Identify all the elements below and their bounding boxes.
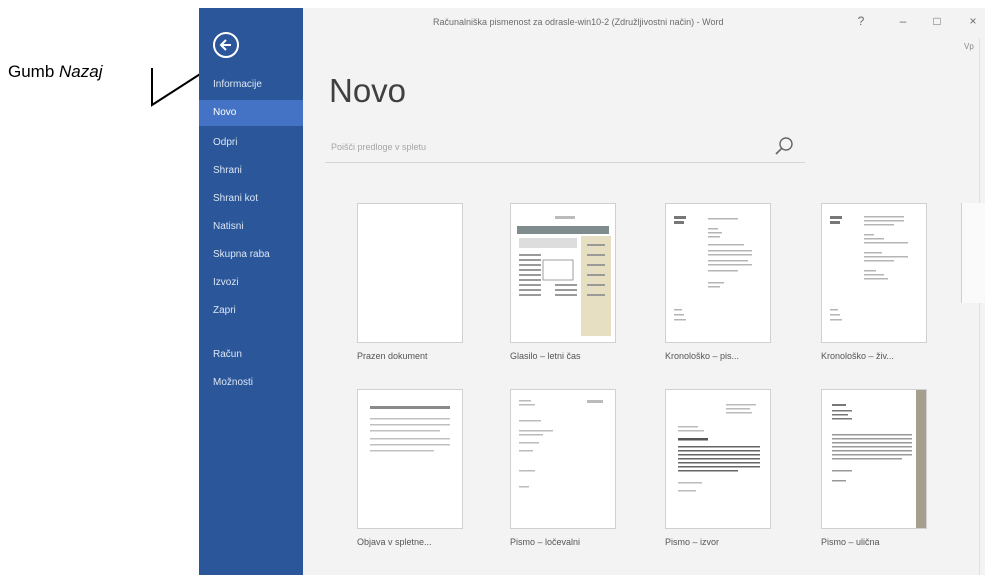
sidebar-item-label: Možnosti bbox=[213, 377, 254, 388]
next-template-peek bbox=[961, 203, 985, 303]
sidebar-item-label: Shrani bbox=[213, 165, 242, 176]
annotation-emphasis: Nazaj bbox=[59, 62, 103, 81]
newsletter-preview bbox=[511, 204, 615, 342]
letter-origin-preview bbox=[678, 404, 760, 492]
sidebar-item-label: Novo bbox=[213, 107, 237, 118]
letter-divider-preview bbox=[519, 400, 603, 488]
sidebar-item-label: Odpri bbox=[213, 137, 238, 148]
annotation-label: Gumb Nazaj bbox=[8, 62, 103, 82]
search-icon[interactable] bbox=[773, 135, 795, 157]
template-blog-post[interactable]: Objava v spletne... bbox=[357, 389, 475, 559]
resume-preview bbox=[830, 216, 908, 321]
sign-in-link[interactable]: Vp bbox=[964, 42, 974, 51]
sidebar-item-skupna-raba[interactable]: Skupna raba bbox=[199, 242, 303, 268]
help-button[interactable]: ? bbox=[853, 14, 869, 28]
back-button[interactable] bbox=[213, 32, 239, 58]
sidebar-item-izvozi[interactable]: Izvozi bbox=[199, 270, 303, 296]
template-label: Kronološko – živ... bbox=[821, 351, 894, 361]
main-panel: Računalniška pismenost za odrasle-win10-… bbox=[303, 8, 985, 575]
template-chronological-resume[interactable]: Kronološko – živ... bbox=[821, 203, 939, 373]
title-bar: Računalniška pismenost za odrasle-win10-… bbox=[303, 8, 985, 38]
sidebar-item-label: Shrani kot bbox=[213, 193, 259, 204]
template-label: Glasilo – letni čas bbox=[510, 351, 581, 361]
template-letter-street[interactable]: Pismo – ulična bbox=[821, 389, 939, 559]
template-thumbnail bbox=[821, 389, 927, 529]
template-label: Kronološko – pis... bbox=[665, 351, 740, 361]
sidebar-item-label: Skupna raba bbox=[213, 249, 270, 260]
template-letter-origin[interactable]: Pismo – izvor bbox=[665, 389, 783, 559]
minimize-button[interactable]: – bbox=[895, 14, 911, 28]
close-button[interactable]: × bbox=[965, 14, 981, 28]
sidebar-item-natisni[interactable]: Natisni bbox=[199, 214, 303, 240]
arrow-left-icon bbox=[219, 39, 231, 51]
template-label: Pismo – ločevalni bbox=[510, 537, 581, 547]
sidebar-item-label: Izvozi bbox=[213, 277, 239, 288]
screenshot: Gumb Nazaj Informacije Novo Odpri Shrani… bbox=[0, 0, 985, 575]
template-blank-document[interactable]: Prazen dokument bbox=[357, 203, 475, 373]
template-label: Prazen dokument bbox=[357, 351, 428, 361]
template-thumbnail bbox=[665, 389, 771, 529]
template-label: Pismo – izvor bbox=[665, 537, 720, 547]
sidebar-item-label: Račun bbox=[213, 349, 242, 360]
scrollbar-edge bbox=[979, 38, 980, 575]
backstage-sidebar: Informacije Novo Odpri Shrani Shrani kot… bbox=[199, 8, 303, 575]
letter-preview bbox=[674, 216, 752, 321]
sidebar-item-informacije[interactable]: Informacije bbox=[199, 72, 303, 98]
restore-button[interactable]: □ bbox=[929, 14, 945, 28]
template-letter-divider[interactable]: Pismo – ločevalni bbox=[510, 389, 628, 559]
template-newsletter[interactable]: Glasilo – letni čas bbox=[510, 203, 628, 373]
search-input[interactable] bbox=[329, 136, 763, 158]
sidebar-item-label: Zapri bbox=[213, 305, 236, 316]
template-label: Objava v spletne... bbox=[357, 537, 432, 547]
template-search bbox=[325, 130, 805, 163]
sidebar-item-label: Natisni bbox=[213, 221, 244, 232]
template-thumbnail bbox=[357, 389, 463, 529]
template-label: Pismo – ulična bbox=[821, 537, 880, 547]
template-chronological-letter[interactable]: Kronološko – pis... bbox=[665, 203, 783, 373]
template-thumbnail bbox=[665, 203, 771, 343]
template-thumbnail bbox=[357, 203, 463, 343]
sidebar-item-shrani-kot[interactable]: Shrani kot bbox=[199, 186, 303, 212]
sidebar-item-odpri[interactable]: Odpri bbox=[199, 130, 303, 156]
page-title: Novo bbox=[329, 72, 407, 109]
blog-preview bbox=[370, 406, 450, 452]
sidebar-item-zapri[interactable]: Zapri bbox=[199, 298, 303, 324]
sidebar-item-moznosti[interactable]: Možnosti bbox=[199, 370, 303, 396]
sidebar-item-shrani[interactable]: Shrani bbox=[199, 158, 303, 184]
template-thumbnail bbox=[821, 203, 927, 343]
sidebar-item-racun[interactable]: Račun bbox=[199, 342, 303, 368]
letter-street-preview bbox=[832, 390, 926, 528]
sidebar-item-label: Informacije bbox=[213, 79, 262, 90]
sidebar-item-novo[interactable]: Novo bbox=[199, 100, 303, 126]
annotation-prefix: Gumb bbox=[8, 62, 60, 81]
template-thumbnail bbox=[510, 389, 616, 529]
window-title: Računalniška pismenost za odrasle-win10-… bbox=[433, 17, 724, 27]
template-thumbnail bbox=[510, 203, 616, 343]
